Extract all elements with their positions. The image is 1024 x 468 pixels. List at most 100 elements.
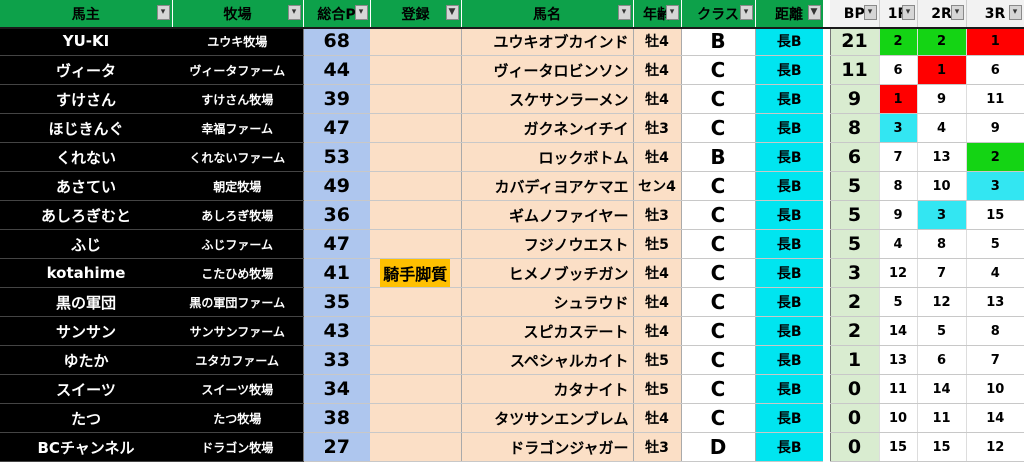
filter-dropdown-icon[interactable]: ▾ — [863, 5, 877, 20]
filter-dropdown-icon[interactable]: ▾ — [156, 5, 170, 20]
horse-name-cell[interactable]: シュラウド — [460, 287, 633, 317]
table-row[interactable]: あさてい 朝定牧場 49 カバディヨアケマエ セン4 C 長B 5 8 10 3 — [0, 171, 1024, 201]
horse-name-cell[interactable]: カバディヨアケマエ — [460, 171, 633, 201]
race2-rank-cell[interactable]: 2 — [916, 27, 966, 56]
distance-cell[interactable]: 長B — [754, 84, 823, 114]
registration-cell[interactable] — [370, 27, 461, 56]
total-points-cell[interactable]: 47 — [302, 229, 370, 259]
owner-cell[interactable]: すけさん — [0, 84, 172, 114]
bp-cell[interactable]: 8 — [829, 113, 879, 143]
owner-cell[interactable]: スイーツ — [0, 374, 172, 404]
filter-dropdown-icon[interactable]: ▾ — [354, 5, 368, 20]
total-points-cell[interactable]: 33 — [302, 345, 370, 375]
race3-rank-cell[interactable]: 11 — [965, 84, 1024, 114]
separator-cell[interactable] — [823, 142, 830, 172]
header-registration[interactable]: 登録 ▼ — [370, 0, 462, 27]
owner-cell[interactable]: あさてい — [0, 171, 172, 201]
age-cell[interactable]: 牡4 — [632, 258, 681, 288]
race3-rank-cell[interactable]: 6 — [965, 55, 1024, 85]
age-cell[interactable]: 牡4 — [632, 403, 681, 433]
horse-name-cell[interactable]: ロックボトム — [460, 142, 633, 172]
distance-cell[interactable]: 長B — [754, 27, 823, 56]
race1-rank-cell[interactable]: 10 — [878, 403, 917, 433]
owner-cell[interactable]: サンサン — [0, 316, 172, 346]
distance-cell[interactable]: 長B — [754, 229, 823, 259]
filter-dropdown-icon[interactable]: ▾ — [901, 5, 915, 20]
registration-cell[interactable] — [370, 287, 461, 317]
separator-cell[interactable] — [823, 287, 830, 317]
table-row[interactable]: スイーツ スイーツ牧場 34 カタナイト 牡5 C 長B 0 11 14 10 — [0, 374, 1024, 404]
owner-cell[interactable]: ゆたか — [0, 345, 172, 375]
bp-cell[interactable]: 2 — [829, 316, 879, 346]
horse-name-cell[interactable]: ガクネンイチイ — [460, 113, 633, 143]
class-cell[interactable]: C — [680, 84, 755, 114]
bp-cell[interactable]: 0 — [829, 374, 879, 404]
distance-cell[interactable]: 長B — [754, 55, 823, 85]
race3-rank-cell[interactable]: 3 — [965, 171, 1024, 201]
class-cell[interactable]: C — [680, 258, 755, 288]
bp-cell[interactable]: 11 — [829, 55, 879, 85]
total-points-cell[interactable]: 49 — [302, 171, 370, 201]
filter-dropdown-icon[interactable]: ▾ — [739, 5, 753, 20]
total-points-cell[interactable]: 53 — [302, 142, 370, 172]
table-row[interactable]: YU-KI ユウキ牧場 68 ユウキオブカインド 牡4 B 長B 21 2 2 1 — [0, 27, 1024, 56]
race1-rank-cell[interactable]: 9 — [878, 200, 917, 230]
age-cell[interactable]: 牡5 — [632, 374, 681, 404]
race1-rank-cell[interactable]: 11 — [878, 374, 917, 404]
race2-rank-cell[interactable]: 12 — [916, 287, 966, 317]
registration-cell[interactable] — [370, 229, 461, 259]
owner-cell[interactable]: あしろぎむと — [0, 200, 172, 230]
race2-rank-cell[interactable]: 3 — [916, 200, 966, 230]
race3-rank-cell[interactable]: 13 — [965, 287, 1024, 317]
filter-dropdown-icon[interactable]: ▾ — [617, 5, 631, 20]
separator-cell[interactable] — [823, 84, 830, 114]
distance-cell[interactable]: 長B — [754, 374, 823, 404]
age-cell[interactable]: 牡4 — [632, 84, 681, 114]
total-points-cell[interactable]: 43 — [302, 316, 370, 346]
horse-name-cell[interactable]: ユウキオブカインド — [460, 27, 633, 56]
total-points-cell[interactable]: 35 — [302, 287, 370, 317]
separator-cell[interactable] — [823, 316, 830, 346]
race2-rank-cell[interactable]: 13 — [916, 142, 966, 172]
age-cell[interactable]: 牡4 — [632, 316, 681, 346]
registration-cell[interactable]: 騎手脚質 — [370, 258, 461, 288]
race3-rank-cell[interactable]: 15 — [965, 200, 1024, 230]
separator-cell[interactable] — [823, 27, 830, 56]
race1-rank-cell[interactable]: 4 — [878, 229, 917, 259]
registration-cell[interactable] — [370, 200, 461, 230]
header-class[interactable]: クラス ▾ — [681, 0, 756, 27]
race3-rank-cell[interactable]: 10 — [965, 374, 1024, 404]
bp-cell[interactable]: 2 — [829, 287, 879, 317]
table-row[interactable]: くれない くれないファーム 53 ロックボトム 牡4 B 長B 6 7 13 2 — [0, 142, 1024, 172]
horse-name-cell[interactable]: スピカステート — [460, 316, 633, 346]
table-row[interactable]: ヴィータ ヴィータファーム 44 ヴィータロビンソン 牡4 C 長B 11 6 1 6 — [0, 55, 1024, 85]
race3-rank-cell[interactable]: 7 — [965, 345, 1024, 375]
farm-cell[interactable]: こたひめ牧場 — [172, 258, 303, 288]
farm-cell[interactable]: すけさん牧場 — [172, 84, 303, 114]
total-points-cell[interactable]: 39 — [302, 84, 370, 114]
bp-cell[interactable]: 5 — [829, 229, 879, 259]
separator-cell[interactable] — [823, 403, 830, 433]
horse-name-cell[interactable]: ヒメノブッチガン — [460, 258, 633, 288]
race1-rank-cell[interactable]: 1 — [878, 84, 917, 114]
owner-cell[interactable]: ほじきんぐ — [0, 113, 172, 143]
age-cell[interactable]: 牡4 — [632, 55, 681, 85]
race3-rank-cell[interactable]: 14 — [965, 403, 1024, 433]
header-owner[interactable]: 馬主 ▾ — [0, 0, 173, 27]
class-cell[interactable]: C — [680, 345, 755, 375]
farm-cell[interactable]: ふじファーム — [172, 229, 303, 259]
age-cell[interactable]: 牡4 — [632, 142, 681, 172]
bp-cell[interactable]: 9 — [829, 84, 879, 114]
bp-cell[interactable]: 1 — [829, 345, 879, 375]
bp-cell[interactable]: 0 — [829, 432, 879, 462]
filter-dropdown-icon[interactable]: ▾ — [950, 5, 964, 20]
race3-rank-cell[interactable]: 4 — [965, 258, 1024, 288]
total-points-cell[interactable]: 68 — [302, 27, 370, 56]
class-cell[interactable]: C — [680, 287, 755, 317]
distance-cell[interactable]: 長B — [754, 432, 823, 462]
filter-dropdown-icon[interactable]: ▾ — [1008, 5, 1022, 20]
race1-rank-cell[interactable]: 7 — [878, 142, 917, 172]
distance-cell[interactable]: 長B — [754, 403, 823, 433]
farm-cell[interactable]: たつ牧場 — [172, 403, 303, 433]
bp-cell[interactable]: 5 — [829, 171, 879, 201]
